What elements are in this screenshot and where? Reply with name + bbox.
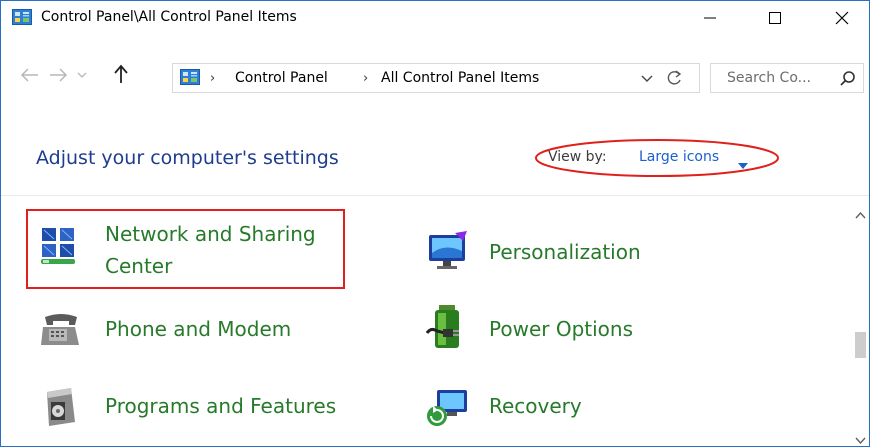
control-panel-icon [12, 9, 32, 25]
personalization-icon [425, 229, 471, 273]
close-button[interactable] [819, 1, 865, 35]
search-icon[interactable] [839, 70, 857, 88]
item-label: Personalization [489, 240, 641, 264]
item-programs-and-features[interactable]: Programs and Features [31, 378, 361, 434]
up-arrow-icon[interactable] [111, 63, 131, 85]
maximize-button[interactable] [752, 1, 798, 35]
minimize-icon [704, 17, 716, 19]
recovery-icon [425, 384, 471, 428]
scroll-up-icon[interactable] [854, 205, 867, 219]
control-panel-window: Control Panel\All Control Panel Items › … [0, 0, 870, 447]
title-bar[interactable]: Control Panel\All Control Panel Items [1, 1, 869, 35]
header-divider [1, 195, 869, 196]
chevron-down-icon[interactable] [640, 70, 654, 86]
scroll-down-icon[interactable] [854, 431, 867, 445]
close-icon [835, 11, 849, 25]
item-power-options[interactable]: Power Options [421, 301, 681, 357]
breadcrumb-control-panel[interactable]: Control Panel [235, 70, 328, 86]
phone-modem-icon [39, 309, 83, 349]
vertical-scrollbar[interactable] [852, 199, 869, 446]
chevron-down-icon[interactable] [75, 65, 89, 85]
item-recovery[interactable]: Recovery [421, 378, 641, 434]
programs-features-icon [41, 384, 81, 428]
minimize-button[interactable] [687, 1, 733, 35]
item-label: Programs and Features [105, 394, 337, 418]
item-personalization[interactable]: Personalization [421, 223, 661, 279]
address-bar[interactable]: › Control Panel › All Control Panel Item… [172, 63, 700, 93]
breadcrumb-separator-icon[interactable]: › [210, 71, 215, 86]
window-title: Control Panel\All Control Panel Items [41, 9, 297, 25]
control-panel-icon [180, 69, 200, 85]
item-phone-and-modem[interactable]: Phone and Modem [31, 301, 331, 357]
scrollbar-thumb[interactable] [855, 332, 866, 358]
search-placeholder: Search Co... [727, 70, 811, 86]
breadcrumb-separator-icon[interactable]: › [363, 71, 368, 86]
power-options-icon [425, 303, 469, 353]
item-label: Power Options [489, 317, 633, 341]
item-label: Phone and Modem [105, 317, 292, 341]
refresh-icon[interactable] [664, 68, 686, 88]
maximize-icon [769, 12, 781, 24]
search-input[interactable]: Search Co... [710, 63, 864, 93]
annotation-box [26, 209, 345, 289]
annotation-ellipse [535, 139, 779, 177]
item-label: Recovery [489, 394, 582, 418]
breadcrumb-all-items[interactable]: All Control Panel Items [381, 70, 539, 86]
back-arrow-icon[interactable] [19, 65, 41, 85]
forward-arrow-icon[interactable] [47, 65, 69, 85]
navigation-bar: › Control Panel › All Control Panel Item… [1, 57, 869, 93]
page-title: Adjust your computer's settings [36, 147, 339, 169]
